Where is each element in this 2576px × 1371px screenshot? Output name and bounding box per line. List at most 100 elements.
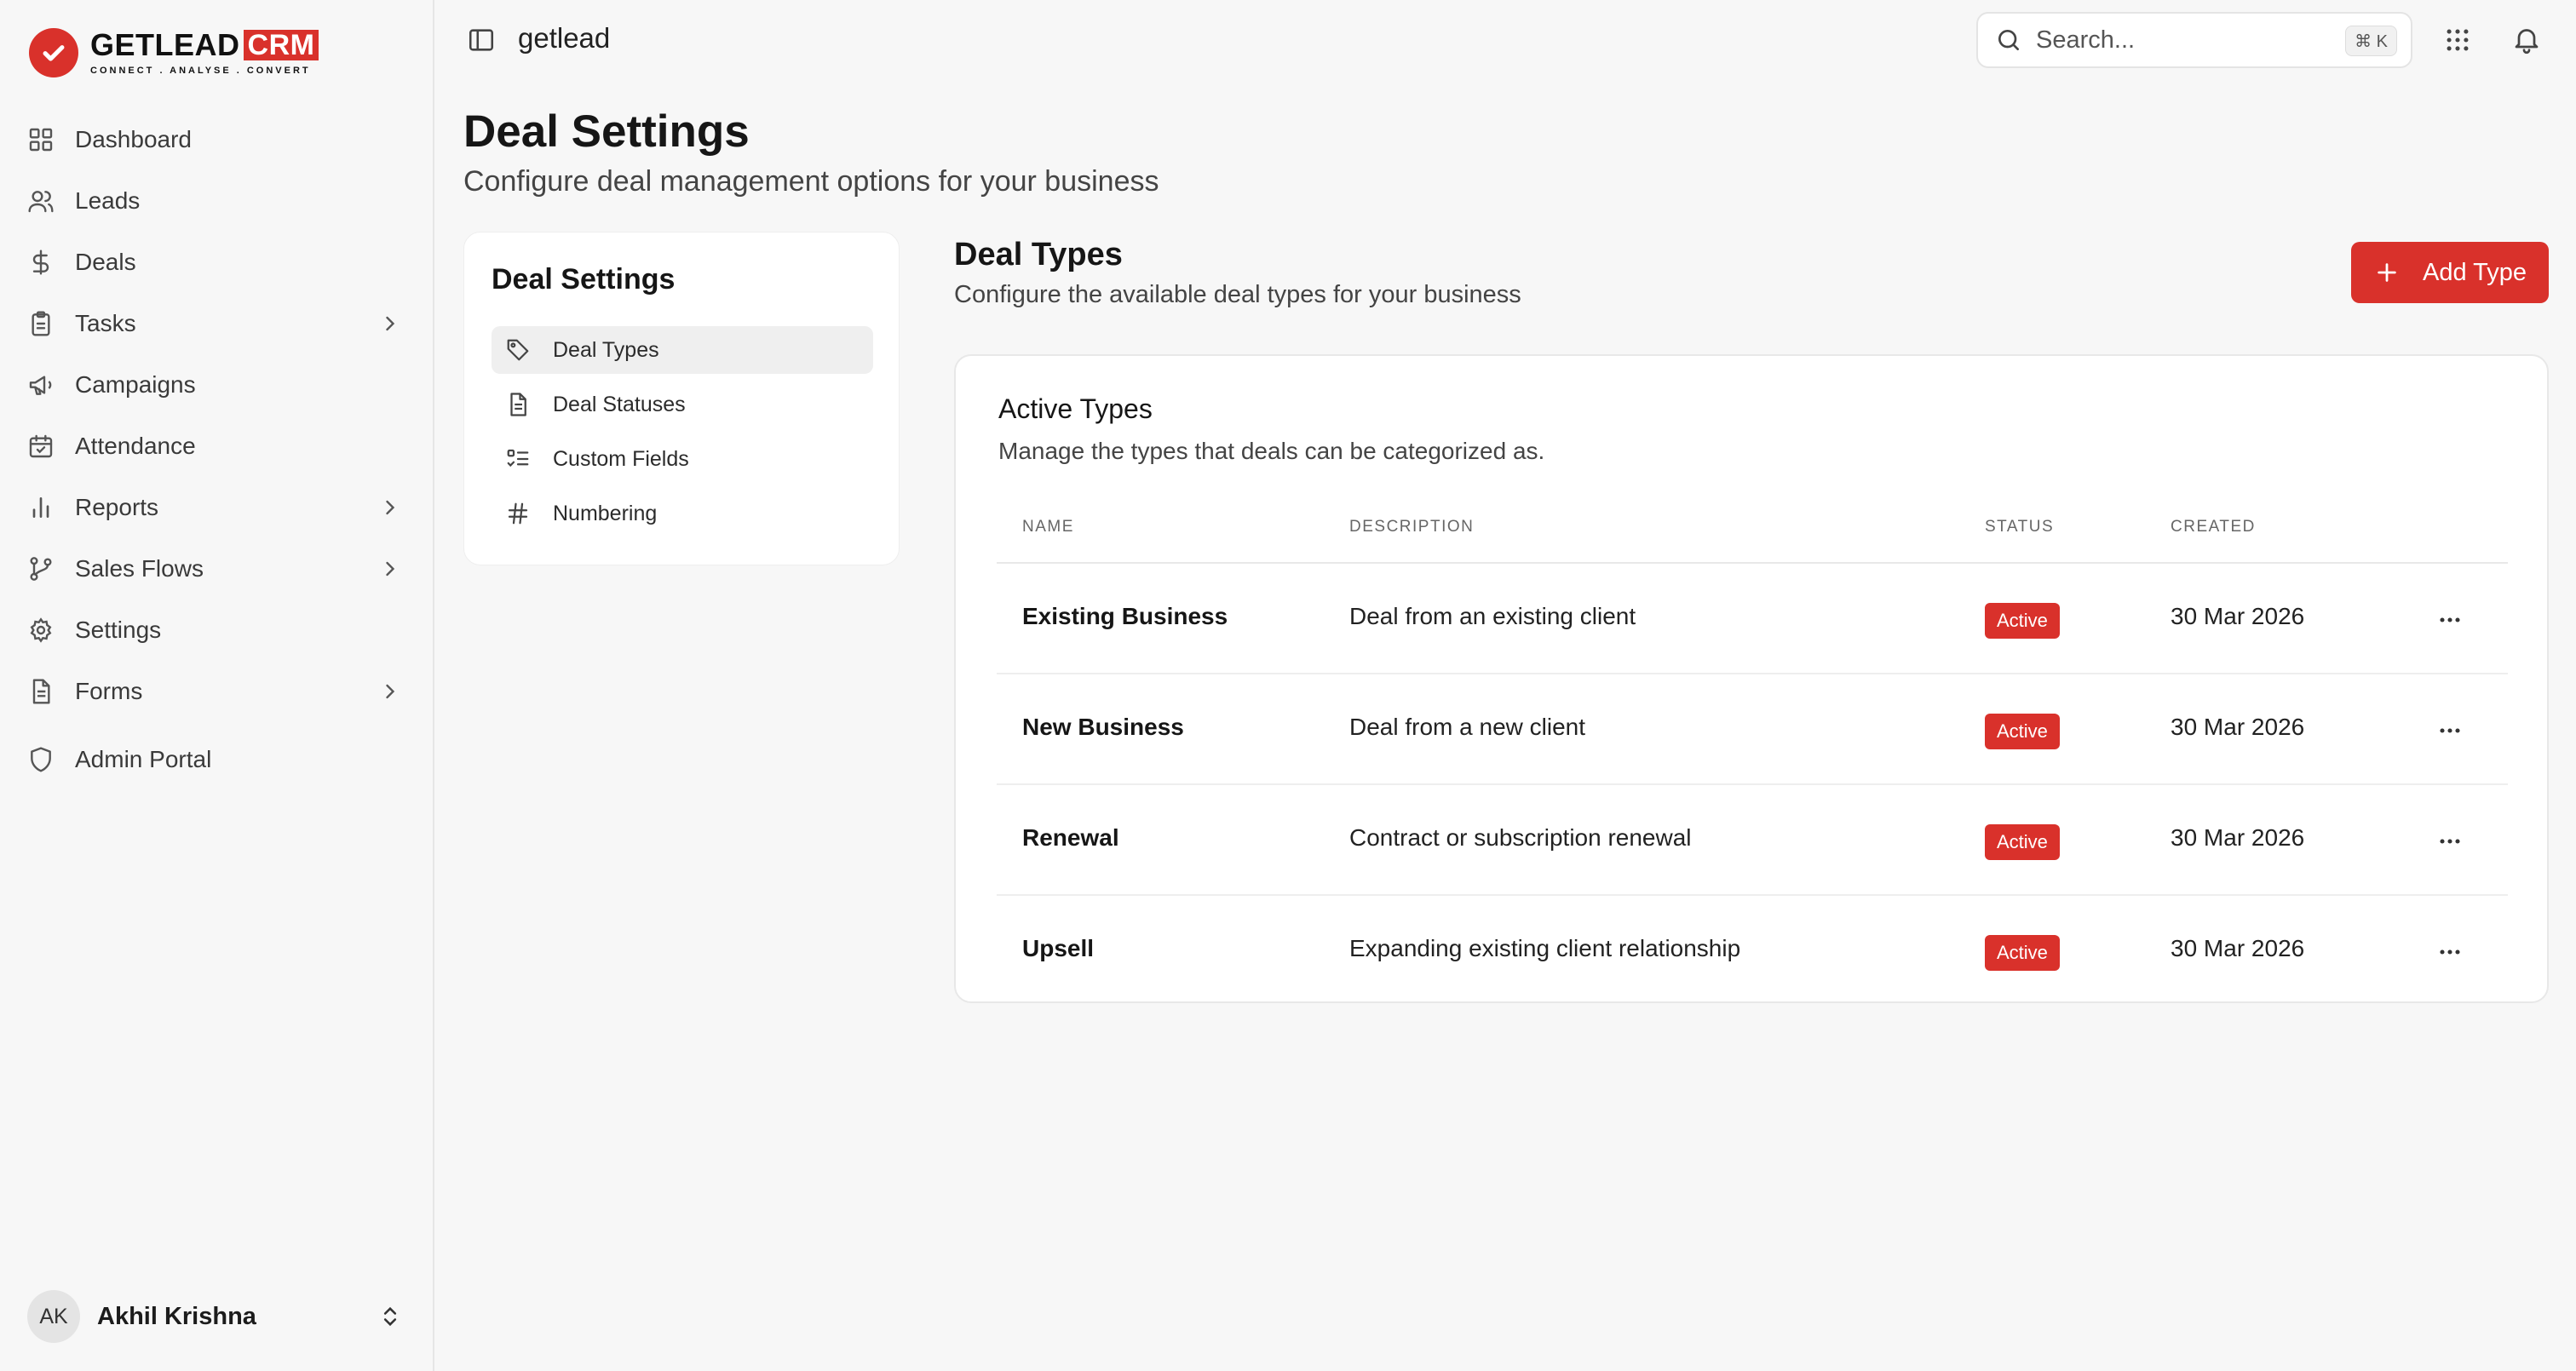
- more-horizontal-icon[interactable]: [2435, 826, 2465, 857]
- column-header-name[interactable]: NAME: [1022, 518, 1074, 536]
- table-row[interactable]: Renewal Contract or subscription renewal…: [997, 785, 2508, 896]
- type-name: Upsell: [1022, 935, 1095, 961]
- type-description: Contract or subscription renewal: [1349, 824, 1692, 851]
- more-horizontal-icon[interactable]: [2435, 605, 2465, 635]
- tag-icon: [505, 337, 531, 363]
- card-title: Active Types: [998, 393, 1153, 424]
- layout-grid-icon: [27, 126, 55, 153]
- megaphone-icon: [27, 371, 55, 399]
- section-subtitle: Configure the available deal types for y…: [954, 281, 1521, 308]
- sidebar-item-label: Settings: [75, 617, 162, 643]
- menu-item-label: Numbering: [553, 501, 658, 525]
- calendar-check-icon: [27, 433, 55, 460]
- workspace-name: getlead: [518, 22, 611, 54]
- getlead-logo[interactable]: GETLEAD CRM CONNECT . ANALYSE . CONVERT: [29, 26, 319, 80]
- sidebar-item-label: Forms: [75, 678, 143, 704]
- sidebar-item-attendance[interactable]: Attendance: [19, 416, 419, 477]
- type-description: Expanding existing client relationship: [1349, 935, 1741, 961]
- menu-item-numbering[interactable]: Numbering: [492, 490, 873, 537]
- more-horizontal-icon[interactable]: [2435, 715, 2465, 746]
- hash-icon: [505, 501, 531, 526]
- more-horizontal-icon[interactable]: [2435, 937, 2465, 967]
- logo-tagline: CONNECT . ANALYSE . CONVERT: [90, 66, 311, 76]
- user-menu[interactable]: AK Akhil Krishna: [27, 1289, 411, 1344]
- chevron-right-icon: [378, 496, 402, 519]
- table-row[interactable]: Existing Business Deal from an existing …: [997, 564, 2508, 674]
- sidebar-item-label: Attendance: [75, 433, 196, 459]
- sidebar-item-label: Tasks: [75, 310, 136, 336]
- search-input[interactable]: [2036, 26, 2343, 54]
- apps-grid-icon[interactable]: [2443, 26, 2472, 54]
- logo-word: GETLEAD: [90, 27, 240, 62]
- menu-item-deal-types[interactable]: Deal Types: [492, 326, 873, 374]
- bell-icon[interactable]: [2511, 24, 2542, 54]
- status-badge: Active: [1985, 824, 2060, 860]
- menu-item-custom-fields[interactable]: Custom Fields: [492, 435, 873, 483]
- column-header-created[interactable]: CREATED: [2171, 518, 2256, 536]
- logo-crm: CRM: [243, 30, 319, 60]
- search-icon: [1995, 26, 2022, 54]
- created-date: 30 Mar 2026: [2171, 824, 2305, 851]
- status-badge: Active: [1985, 935, 2060, 971]
- sidebar-item-forms[interactable]: Forms: [19, 661, 419, 722]
- page-title: Deal Settings: [463, 106, 750, 157]
- type-name: Renewal: [1022, 824, 1119, 851]
- add-type-label: Add Type: [2423, 258, 2527, 286]
- created-date: 30 Mar 2026: [2171, 714, 2305, 740]
- add-type-button[interactable]: Add Type: [2351, 242, 2549, 303]
- table-header: NAME DESCRIPTION STATUS CREATED: [997, 492, 2508, 564]
- sidebar-item-label: Campaigns: [75, 371, 196, 398]
- sidebar: GETLEAD CRM CONNECT . ANALYSE . CONVERT …: [0, 0, 434, 1371]
- chevron-right-icon: [378, 557, 402, 581]
- menu-item-label: Deal Types: [553, 337, 659, 362]
- menu-item-label: Deal Statuses: [553, 392, 686, 416]
- chevron-right-icon: [378, 680, 402, 703]
- page-subtitle: Configure deal management options for yo…: [463, 165, 1159, 198]
- settings-menu-card: Deal Settings Deal Types Deal Statuses C…: [463, 232, 900, 565]
- sidebar-item-label: Admin Portal: [75, 746, 212, 772]
- sidebar-item-label: Leads: [75, 187, 141, 214]
- file-icon: [505, 392, 531, 417]
- deal-types-table: NAME DESCRIPTION STATUS CREATED Existing…: [997, 492, 2508, 1007]
- chevron-right-icon: [378, 312, 402, 336]
- sidebar-item-tasks[interactable]: Tasks: [19, 293, 419, 354]
- sidebar-item-reports[interactable]: Reports: [19, 477, 419, 538]
- sidebar-item-admin-portal[interactable]: Admin Portal: [19, 729, 419, 790]
- avatar: AK: [27, 1290, 80, 1343]
- active-types-card: Active Types Manage the types that deals…: [954, 354, 2549, 1003]
- file-text-icon: [27, 678, 55, 705]
- sidebar-item-label: Sales Flows: [75, 555, 204, 582]
- sidebar-item-sales-flows[interactable]: Sales Flows: [19, 538, 419, 599]
- list-checks-icon: [505, 446, 531, 472]
- sidebar-item-dashboard[interactable]: Dashboard: [19, 109, 419, 170]
- checkmark-icon: [29, 28, 78, 77]
- type-description: Deal from a new client: [1349, 714, 1586, 740]
- sidebar-item-settings[interactable]: Settings: [19, 599, 419, 661]
- users-icon: [27, 187, 55, 215]
- sidebar-item-campaigns[interactable]: Campaigns: [19, 354, 419, 416]
- sidebar-nav: Dashboard Leads Deals Tasks Campaigns At…: [19, 109, 419, 790]
- search-shortcut: ⌘ K: [2345, 26, 2397, 56]
- table-row[interactable]: New Business Deal from a new client Acti…: [997, 674, 2508, 785]
- column-header-description[interactable]: DESCRIPTION: [1349, 518, 1474, 536]
- status-badge: Active: [1985, 603, 2060, 639]
- sidebar-toggle-icon[interactable]: [467, 26, 496, 54]
- type-name: Existing Business: [1022, 603, 1228, 629]
- sidebar-item-deals[interactable]: Deals: [19, 232, 419, 293]
- git-branch-icon: [27, 555, 55, 582]
- shield-icon: [27, 746, 55, 773]
- search-box[interactable]: ⌘ K: [1976, 12, 2412, 68]
- sidebar-item-leads[interactable]: Leads: [19, 170, 419, 232]
- clipboard-icon: [27, 310, 55, 337]
- settings-menu-title: Deal Settings: [492, 263, 676, 295]
- status-badge: Active: [1985, 714, 2060, 749]
- menu-item-label: Custom Fields: [553, 446, 689, 471]
- user-name: Akhil Krishna: [97, 1302, 256, 1330]
- section-title: Deal Types: [954, 237, 1123, 272]
- created-date: 30 Mar 2026: [2171, 935, 2305, 961]
- menu-item-deal-statuses[interactable]: Deal Statuses: [492, 381, 873, 428]
- type-description: Deal from an existing client: [1349, 603, 1636, 629]
- column-header-status[interactable]: STATUS: [1985, 518, 2054, 536]
- created-date: 30 Mar 2026: [2171, 603, 2305, 629]
- table-row[interactable]: Upsell Expanding existing client relatio…: [997, 896, 2508, 1007]
